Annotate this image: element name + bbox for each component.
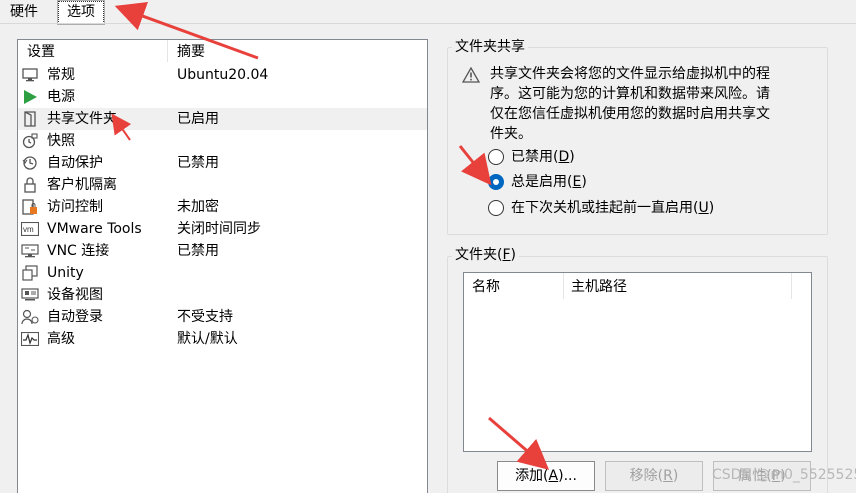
advanced-pulse-icon xyxy=(21,331,39,347)
row-name: 客户机隔离 xyxy=(47,177,117,193)
radio-label-text: 在下次关机或挂起前一直启用( xyxy=(511,200,699,216)
tab-panel-border xyxy=(0,23,856,24)
radio-label-tail: ) xyxy=(581,174,587,190)
folder-sharing-title: 文件夹共享 xyxy=(452,38,528,56)
access-control-icon xyxy=(21,199,39,215)
sharing-warning-text: 共享文件夹会将您的文件显示给虚拟机中的程序。这可能为您的计算机和数据带来风险。请… xyxy=(490,66,770,142)
row-name: 设备视图 xyxy=(47,287,103,303)
tab-strip: 硬件 选项 xyxy=(0,0,856,25)
vnc-icon xyxy=(21,243,39,259)
add-button-tail: )... xyxy=(558,468,577,484)
column-header-summary[interactable]: 摘要 xyxy=(177,42,205,62)
warning-icon xyxy=(461,66,481,83)
lock-icon xyxy=(21,177,39,193)
settings-row-access-control[interactable]: 访问控制 未加密 xyxy=(18,196,427,218)
row-summary: 未加密 xyxy=(177,199,219,215)
add-button[interactable]: 添加(A)... xyxy=(497,461,595,491)
radio-label-key: D xyxy=(558,149,570,165)
settings-row-vnc[interactable]: VNC 连接 已禁用 xyxy=(18,240,427,262)
monitor-icon xyxy=(21,67,39,83)
folders-title-tail: ) xyxy=(510,247,516,263)
settings-row-unity[interactable]: Unity xyxy=(18,262,427,284)
row-summary: 已禁用 xyxy=(177,243,219,259)
column-separator[interactable] xyxy=(791,273,792,299)
row-name: Unity xyxy=(47,265,84,281)
row-summary: 已启用 xyxy=(177,111,219,127)
tab-hardware[interactable]: 硬件 xyxy=(10,3,38,23)
column-header-setting[interactable]: 设置 xyxy=(27,42,55,62)
unity-icon xyxy=(21,265,39,281)
row-name: 自动保护 xyxy=(47,155,103,171)
play-icon xyxy=(21,89,39,105)
settings-row-power[interactable]: 电源 xyxy=(18,86,427,108)
row-summary: 关闭时间同步 xyxy=(177,221,261,237)
row-name: 高级 xyxy=(47,331,75,347)
row-name: 快照 xyxy=(47,133,75,149)
row-name: 访问控制 xyxy=(47,199,103,215)
settings-row-vmware-tools[interactable]: vm VMware Tools 关闭时间同步 xyxy=(18,218,427,240)
folders-title-key: F xyxy=(502,247,511,263)
autoprotect-clock-icon xyxy=(21,155,39,171)
column-header-host-path[interactable]: 主机路径 xyxy=(571,277,627,297)
remove-button-key: R xyxy=(663,468,673,484)
autologin-icon xyxy=(21,309,39,325)
settings-list-header: 设置 摘要 xyxy=(18,40,427,64)
radio-label-text: 已禁用( xyxy=(511,149,559,165)
settings-row-isolation[interactable]: 客户机隔离 xyxy=(18,174,427,196)
watermark: CSDN @m0_55255256 xyxy=(712,467,856,483)
column-separator[interactable] xyxy=(167,40,168,62)
row-name: VMware Tools xyxy=(47,221,142,237)
settings-list[interactable]: 设置 摘要 常规 Ubuntu20.04 电源 共享文件夹 已启用 快照 自动保… xyxy=(17,39,428,493)
row-name: VNC 连接 xyxy=(47,243,110,259)
radio-label-key: E xyxy=(572,174,582,190)
settings-row-advanced[interactable]: 高级 默认/默认 xyxy=(18,328,427,350)
row-summary: 已禁用 xyxy=(177,155,219,171)
add-button-text: 添加( xyxy=(515,468,549,484)
settings-row-shared-folders[interactable]: 共享文件夹 已启用 xyxy=(18,108,427,130)
radio-label-text: 总是启用( xyxy=(511,174,573,190)
column-header-name[interactable]: 名称 xyxy=(472,277,500,297)
radio-label-tail: ) xyxy=(708,200,715,216)
radio-circle[interactable] xyxy=(488,200,504,216)
row-name: 自动登录 xyxy=(47,309,103,325)
radio-label: 已禁用(D) xyxy=(511,147,575,167)
row-summary: 默认/默认 xyxy=(177,331,238,347)
folders-table[interactable]: 名称 主机路径 xyxy=(463,272,812,452)
folders-title-text: 文件夹( xyxy=(455,247,503,263)
settings-row-snapshot[interactable]: 快照 xyxy=(18,130,427,152)
row-summary: Ubuntu20.04 xyxy=(177,67,269,83)
remove-button-text: 移除( xyxy=(629,468,664,484)
snapshot-icon xyxy=(21,133,39,149)
folders-title: 文件夹(F) xyxy=(452,246,519,264)
row-name: 常规 xyxy=(47,67,75,83)
shared-folder-icon xyxy=(21,111,39,127)
settings-row-device-view[interactable]: 设备视图 xyxy=(18,284,427,306)
column-separator[interactable] xyxy=(563,273,564,299)
settings-row-autoprotect[interactable]: 自动保护 已禁用 xyxy=(18,152,427,174)
device-view-icon xyxy=(21,287,39,303)
radio-label: 总是启用(E) xyxy=(511,172,587,192)
settings-row-autologin[interactable]: 自动登录 不受支持 xyxy=(18,306,427,328)
radio-label-key: U xyxy=(698,200,709,216)
radio-label: 在下次关机或挂起前一直启用(U) xyxy=(511,198,714,218)
remove-button[interactable]: 移除(R) xyxy=(605,461,703,491)
radio-circle-checked[interactable] xyxy=(488,174,504,190)
row-name: 共享文件夹 xyxy=(47,111,117,127)
radio-circle[interactable] xyxy=(488,149,504,165)
row-summary: 不受支持 xyxy=(177,309,233,325)
svg-text:vm: vm xyxy=(23,225,34,234)
settings-row-general[interactable]: 常规 Ubuntu20.04 xyxy=(18,64,427,86)
row-name: 电源 xyxy=(47,89,75,105)
add-button-key: A xyxy=(548,468,559,484)
vmware-tools-icon: vm xyxy=(21,221,39,237)
folders-table-header: 名称 主机路径 xyxy=(464,273,811,301)
radio-label-tail: ) xyxy=(569,149,575,165)
remove-button-tail: ) xyxy=(672,468,679,484)
tab-options[interactable]: 选项 xyxy=(57,0,105,25)
